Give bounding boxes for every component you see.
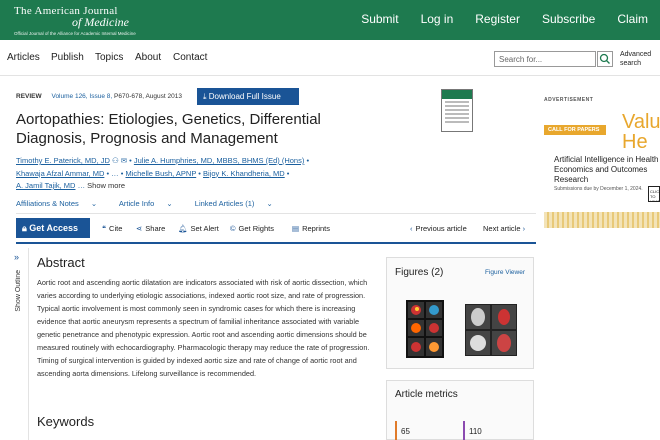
copyright-icon: © [230,224,236,233]
article-toolbar: 🔒︎ Get Access ❝ Cite ⋖ Share 🔔︎ Set Alert ©… [16,218,536,240]
download-label: Download Full Issue [208,92,281,101]
double-chevron-right-icon: » [14,252,20,262]
get-rights-button[interactable]: © Get Rights [230,224,274,233]
ad-brand-text[interactable]: Valu He [622,112,660,152]
author-link[interactable]: Khawaja Afzal Ammar, MD [16,169,104,178]
article-metrics-panel: Article metrics 65 110 [386,380,534,440]
figures-panel: Figures (2) Figure Viewer [386,257,534,369]
call-for-papers-badge[interactable]: CALL FOR PAPERS [544,125,606,135]
show-outline-toggle[interactable]: » Show Outline [14,252,26,332]
metric-value: 110 [469,427,482,436]
get-access-button[interactable]: 🔒︎ Get Access [16,218,90,238]
author-list: Timothy E. Paterick, MD, JD ⚇ ✉ • Julie … [16,156,310,190]
nav-articles[interactable]: Articles [7,52,40,63]
ad-title[interactable]: Artificial Intelligence in Health Econom… [554,155,660,185]
outline-divider [28,248,29,440]
author-link[interactable]: Bijoy K. Khandheria, MD [203,169,285,178]
search-icon [599,53,610,64]
nav-about[interactable]: About [135,52,161,63]
figure-viewer-link[interactable]: Figure Viewer [485,269,525,276]
article-info-links: Affiliations & Notes ⌄ Article Info ⌄ Li… [16,199,293,208]
chevron-down-icon: ⌄ [166,199,173,208]
document-icon: ▤ [292,224,300,233]
chevron-down-icon: ⌄ [266,199,273,208]
journal-logo[interactable]: The American Journal of Medicine Officia… [14,5,136,36]
account-nav: Submit Log in Register Subscribe Claim [339,12,648,26]
top-header: The American Journal of Medicine Officia… [0,0,660,40]
search-input[interactable]: Search for... [494,51,596,67]
nav-contact[interactable]: Contact [173,52,207,63]
figure-thumbnail[interactable] [406,300,444,358]
affiliations-toggle[interactable]: Affiliations & Notes ⌄ [16,199,107,208]
quote-icon: ❝ [102,224,107,233]
register-link[interactable]: Register [475,12,520,26]
keywords-heading: Keywords [37,414,95,429]
volume-link[interactable]: Volume 126, Issue 8, [51,93,112,100]
author-link[interactable]: Timothy E. Paterick, MD, JD [16,156,110,165]
linked-articles-toggle[interactable]: Linked Articles (1) ⌄ [195,199,283,208]
show-more-authors[interactable]: Show more [87,181,125,190]
figures-heading: Figures (2) [395,267,444,278]
submit-link[interactable]: Submit [361,12,398,26]
person-icon: ⚇ ✉ [112,156,128,165]
author-link[interactable]: Julie A. Humphries, MD, MBBS, BHMS (Ed) … [134,156,304,165]
author-link[interactable]: Michelle Bush, APNP [125,169,196,178]
share-icon: ⋖ [136,224,143,233]
download-issue-button[interactable]: ⤓ Download Full Issue [197,88,299,105]
metrics-heading: Article metrics [395,389,458,400]
ad-decoration [544,212,660,228]
article-meta: REVIEW Volume 126, Issue 8, P670-678, Au… [16,93,182,100]
nav-publish[interactable]: Publish [51,52,84,63]
toolbar-underline [16,242,536,244]
claim-link[interactable]: Claim [617,12,648,26]
outline-label: Show Outline [15,270,22,312]
cite-button[interactable]: ❝ Cite [102,224,122,233]
ad-learn-button[interactable]: CLICK TO LEARN [648,186,660,202]
pages-date: P670-678, August 2013 [114,93,182,100]
search-button[interactable] [597,51,613,67]
article-info-toggle[interactable]: Article Info ⌄ [119,199,183,208]
ellipsis: … [77,181,86,190]
logo-tagline: Official Journal of the Alliance for Aca… [14,31,136,36]
metric-bar [395,421,397,440]
subscribe-link[interactable]: Subscribe [542,12,595,26]
nav-topics[interactable]: Topics [95,52,123,63]
divider [16,213,536,214]
reprints-button[interactable]: ▤ Reprints [292,224,330,233]
set-alert-button[interactable]: 🔔︎ Set Alert [178,224,219,233]
share-button[interactable]: ⋖ Share [136,224,165,233]
chevron-right-icon: › [522,224,526,233]
metric-value: 65 [401,427,410,436]
logo-line-2: of Medicine [72,15,129,29]
journal-cover-thumbnail[interactable] [441,89,473,132]
figure-thumbnail[interactable] [465,304,517,356]
next-article-link[interactable]: Next article › [483,224,528,233]
advertisement-label: ADVERTISEMENT [544,97,594,103]
abstract-text: Aortic root and ascending aortic dilatat… [37,278,370,378]
author-link[interactable]: A. Jamil Tajik, MD [16,181,75,190]
get-access-label: Get Access [29,223,78,233]
chevron-left-icon: ‹ [410,224,413,233]
bell-icon: 🔔︎ [178,224,188,233]
article-title: Aortopathies: Etiologies, Genetics, Diff… [16,111,321,147]
advanced-search-link[interactable]: Advanced search [620,50,658,68]
ad-submission-text: Submissions due by December 1, 2024. [554,186,643,192]
abstract-heading: Abstract [37,255,85,270]
previous-article-link[interactable]: ‹ Previous article [410,224,467,233]
login-link[interactable]: Log in [421,12,454,26]
metric-bar [463,421,465,440]
article-type: REVIEW [16,93,42,100]
chevron-down-icon: ⌄ [90,199,98,208]
